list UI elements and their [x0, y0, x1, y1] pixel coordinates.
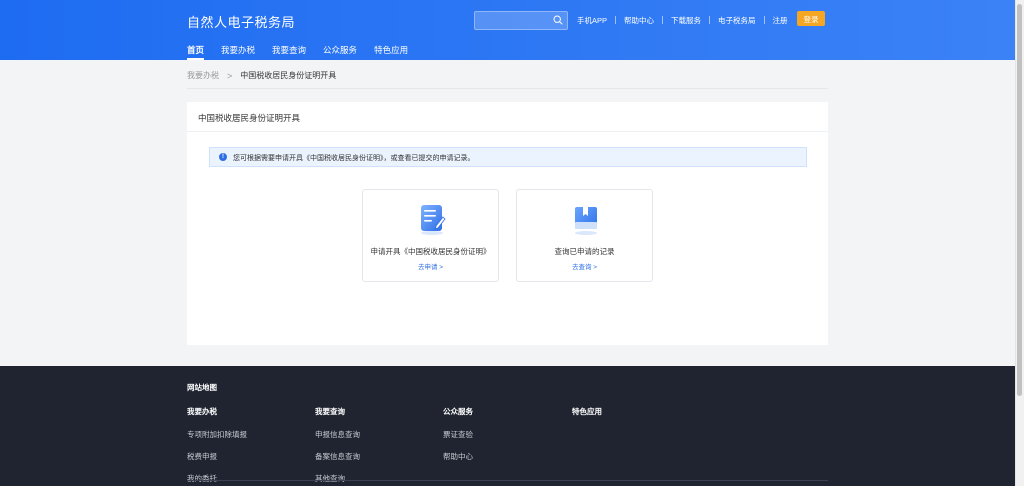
footer-column-heading: 我要查询: [315, 407, 345, 416]
divider: [187, 131, 828, 132]
divider: [662, 16, 664, 24]
site-brand[interactable]: 自然人电子税务局: [187, 12, 295, 31]
nav-tax-handling[interactable]: 我要办税: [221, 44, 255, 60]
link-e-tax-bureau[interactable]: 电子税务局: [718, 15, 756, 26]
book-icon: [575, 207, 597, 235]
footer-link[interactable]: 票证查验: [443, 429, 473, 440]
query-link[interactable]: 去查询 >: [517, 261, 652, 271]
footer-column-tax: 我要办税 专项附加扣除填报 税费申报 我的委托: [187, 406, 247, 486]
link-download[interactable]: 下载服务: [671, 15, 701, 26]
query-records-tile[interactable]: 查询已申请的记录 去查询 >: [516, 189, 653, 282]
breadcrumb-current: 中国税收居民身份证明开具: [240, 71, 337, 80]
card-title: 中国税收居民身份证明开具: [198, 113, 301, 123]
search-box[interactable]: [474, 11, 568, 30]
footer-link[interactable]: 税费申报: [187, 451, 247, 462]
footer-column-public: 公众服务 票证查验 帮助中心: [443, 406, 473, 473]
login-button[interactable]: 登录: [797, 11, 825, 26]
main-nav: 首页 我要办税 我要查询 公众服务 特色应用: [187, 44, 425, 60]
chevron-right-icon: >: [227, 70, 233, 81]
footer-column-heading: 特色应用: [572, 407, 602, 416]
footer-link[interactable]: 申报信息查询: [315, 429, 360, 440]
nav-query[interactable]: 我要查询: [272, 44, 306, 60]
footer-link[interactable]: 专项附加扣除填报: [187, 429, 247, 440]
tile-label: 查询已申请的记录: [554, 247, 615, 256]
link-mobile-app[interactable]: 手机APP: [577, 15, 607, 26]
apply-link[interactable]: 去申请 >: [363, 261, 498, 271]
divider: [615, 16, 617, 24]
notice-text: 您可根据需要申请开具《中国税收居民身份证明》，或查看已提交的申请记录。: [233, 155, 475, 162]
footer-column-featured: 特色应用: [572, 406, 602, 429]
footer-column-heading: 公众服务: [443, 407, 473, 416]
info-icon: !: [219, 153, 227, 161]
search-input[interactable]: [475, 12, 547, 29]
divider: [709, 16, 711, 24]
footer-link[interactable]: 其他查询: [315, 473, 360, 484]
apply-certificate-tile[interactable]: 申请开具《中国税收居民身份证明》 去申请 >: [362, 189, 499, 282]
breadcrumb-parent[interactable]: 我要办税: [187, 70, 219, 81]
nav-home[interactable]: 首页: [187, 44, 205, 60]
divider: [763, 16, 765, 24]
search-icon[interactable]: [553, 15, 563, 25]
link-register[interactable]: 注册: [773, 15, 788, 26]
main-card: 中国税收居民身份证明开具 ! 您可根据需要申请开具《中国税收居民身份证明》，或查…: [187, 102, 828, 345]
header: 自然人电子税务局 手机APP 帮助中心 下载服务 电子税务局 注册 登录 首页 …: [0, 0, 1016, 60]
footer-link[interactable]: 帮助中心: [443, 451, 473, 462]
vertical-scrollbar[interactable]: [1015, 0, 1024, 486]
footer-column-query: 我要查询 申报信息查询 备案信息查询 其他查询: [315, 406, 360, 486]
breadcrumb: 我要办税 > 中国税收居民身份证明开具: [187, 70, 336, 81]
footer: 网站地图 我要办税 专项附加扣除填报 税费申报 我的委托 我要查询 申报信息查询…: [0, 366, 1016, 486]
notice-banner: ! 您可根据需要申请开具《中国税收居民身份证明》，或查看已提交的申请记录。: [209, 147, 807, 167]
scrollbar-thumb[interactable]: [1017, 4, 1022, 396]
link-help-center[interactable]: 帮助中心: [624, 15, 654, 26]
nav-public-service[interactable]: 公众服务: [323, 44, 357, 60]
footer-column-heading: 我要办税: [187, 407, 217, 416]
document-edit-icon: [421, 205, 446, 235]
footer-link[interactable]: 备案信息查询: [315, 451, 360, 462]
top-links: 手机APP 帮助中心 下载服务 电子税务局 注册: [577, 15, 788, 25]
footer-link[interactable]: 我的委托: [187, 473, 247, 484]
tile-label: 申请开具《中国税收居民身份证明》: [370, 247, 491, 256]
divider: [187, 480, 828, 481]
footer-title: 网站地图: [187, 383, 217, 392]
divider: [187, 88, 828, 89]
page: 自然人电子税务局 手机APP 帮助中心 下载服务 电子税务局 注册 登录 首页 …: [0, 0, 1016, 486]
nav-featured-apps[interactable]: 特色应用: [374, 44, 408, 60]
